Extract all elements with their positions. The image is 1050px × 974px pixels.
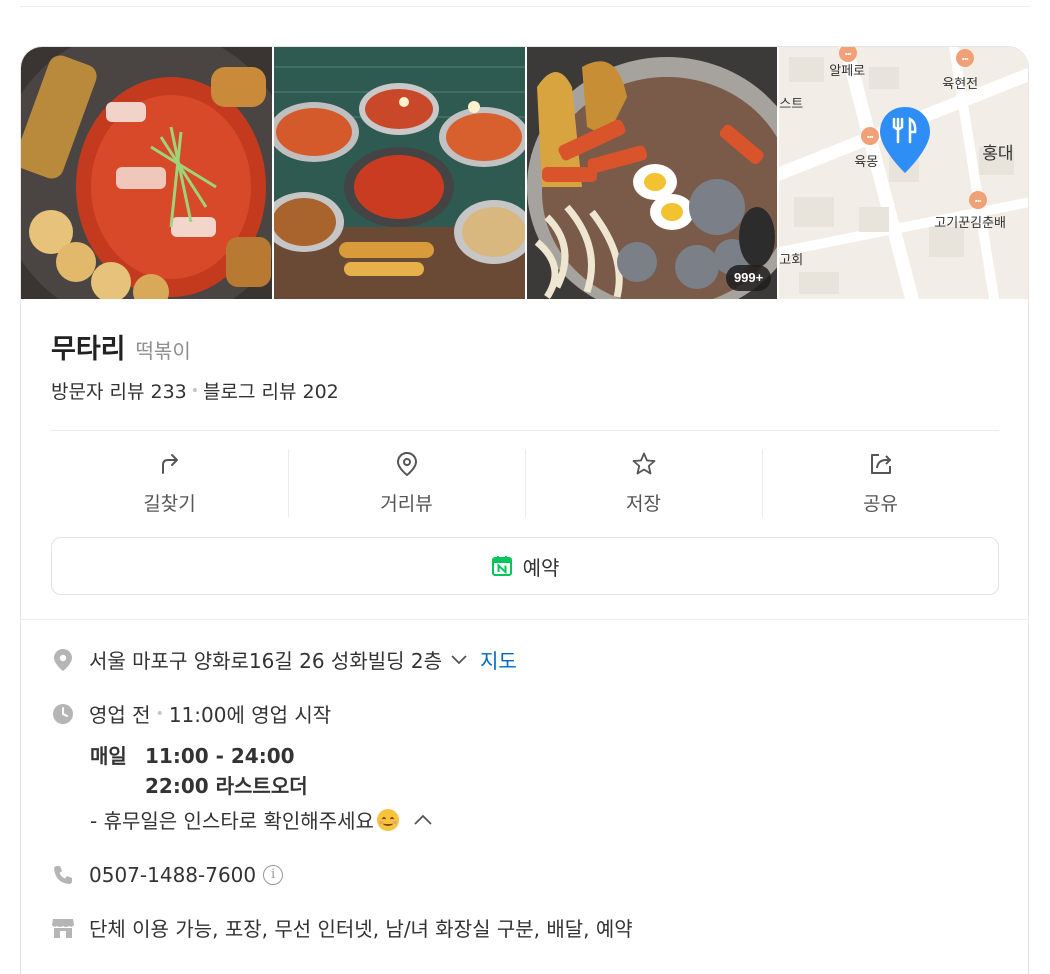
info-icon[interactable]: i	[263, 865, 284, 885]
share-button[interactable]: 공유	[762, 445, 999, 521]
phone-row: 0507-1488-7600 i	[51, 863, 284, 887]
chevron-up-icon[interactable]	[413, 813, 433, 827]
business-status: 영업 전	[89, 703, 151, 727]
photo-1[interactable]	[21, 47, 272, 299]
photo-strip: 999+ ⑉ 알페로 ⑉ 육현전 스트 ⑉ 육몽 홍대 ⑉ 고기꾼김춘배 고회	[21, 47, 1028, 299]
hours-day: 매일	[90, 744, 127, 768]
holiday-note: - 휴무일은 인스타로 확인해주세요	[90, 805, 433, 834]
smiling-face-icon	[376, 808, 399, 831]
street-view-button[interactable]: 거리뷰	[288, 445, 525, 521]
street-view-label: 거리뷰	[380, 493, 433, 515]
map-label: 육몽	[854, 155, 879, 170]
holiday-note-text: - 휴무일은 인스타로 확인해주세요	[90, 809, 374, 833]
place-card: 999+ ⑉ 알페로 ⑉ 육현전 스트 ⑉ 육몽 홍대 ⑉ 고기꾼김춘배 고회 …	[20, 46, 1029, 974]
hours-status-row: 영업 전 • 11:00에 영업 시작	[51, 699, 331, 728]
title-row: 무타리 떡볶이	[51, 327, 191, 366]
hours-line: 매일 11:00 - 24:00	[90, 741, 308, 771]
store-icon	[51, 916, 75, 940]
hours-time: 11:00 - 24:00	[145, 744, 295, 768]
action-bar: 길찾기 거리뷰 저장 공유	[51, 445, 999, 521]
amenities-text: 단체 이용 가능, 포장, 무선 인터넷, 남/녀 화장실 구분, 배달, 예약	[89, 917, 633, 941]
share-label: 공유	[863, 493, 898, 515]
divider	[51, 430, 999, 431]
save-button[interactable]: 저장	[525, 445, 762, 521]
address-text: 서울 마포구 양화로16길 26 성화빌딩 2층	[89, 649, 443, 673]
directions-label: 길찾기	[143, 493, 196, 515]
review-summary: 방문자 리뷰 233 • 블로그 리뷰 202	[51, 377, 339, 404]
save-label: 저장	[626, 493, 661, 515]
map-label: 홍대	[982, 144, 1014, 164]
star-icon	[632, 452, 655, 475]
directions-button[interactable]: 길찾기	[51, 445, 288, 521]
map-label: 알페로	[829, 64, 866, 79]
location-pin-icon	[396, 451, 417, 477]
map-label: 고기꾼김춘배	[934, 216, 1007, 231]
hours-detail: 매일 11:00 - 24:00 22:00 라스트오더	[90, 741, 308, 801]
amenities-row: 단체 이용 가능, 포장, 무선 인터넷, 남/녀 화장실 구분, 배달, 예약	[51, 913, 633, 942]
map-thumbnail[interactable]: ⑉ 알페로 ⑉ 육현전 스트 ⑉ 육몽 홍대 ⑉ 고기꾼김춘배 고회	[779, 47, 1028, 299]
map-label: 고회	[779, 253, 804, 268]
last-order-line: 22:00 라스트오더	[90, 771, 308, 801]
place-name[interactable]: 무타리	[51, 327, 126, 366]
map-label: 육현전	[942, 77, 979, 92]
section-divider	[21, 619, 1028, 620]
phone-icon	[51, 863, 75, 887]
business-status-detail: 11:00에 영업 시작	[168, 703, 332, 727]
clock-icon	[51, 702, 75, 726]
separator-dot: •	[155, 705, 164, 722]
last-order: 22:00 라스트오더	[145, 774, 308, 798]
map-label: 스트	[779, 97, 804, 112]
photo-2[interactable]	[273, 47, 525, 299]
separator-dot: •	[190, 382, 200, 399]
chevron-down-icon[interactable]	[450, 654, 468, 666]
place-category: 떡볶이	[135, 339, 191, 363]
reserve-button[interactable]: 예약	[51, 537, 999, 595]
share-icon	[870, 454, 891, 474]
address-row: 서울 마포구 양화로16길 26 성화빌딩 2층 지도	[51, 645, 517, 674]
photo-count-badge[interactable]: 999+	[725, 265, 772, 291]
phone-number[interactable]: 0507-1488-7600	[89, 863, 256, 887]
photo-3[interactable]: 999+	[526, 47, 778, 299]
reserve-label: 예약	[522, 555, 560, 580]
address-pin-icon	[51, 648, 75, 672]
top-divider	[20, 6, 1030, 7]
blog-review-link[interactable]: 블로그 리뷰 202	[203, 377, 339, 404]
naver-calendar-icon	[491, 556, 512, 576]
map-pin-icon	[880, 107, 931, 173]
visitor-review-link[interactable]: 방문자 리뷰 233	[51, 377, 187, 404]
directions-arrow-icon	[161, 454, 178, 474]
map-link[interactable]: 지도	[480, 645, 517, 674]
